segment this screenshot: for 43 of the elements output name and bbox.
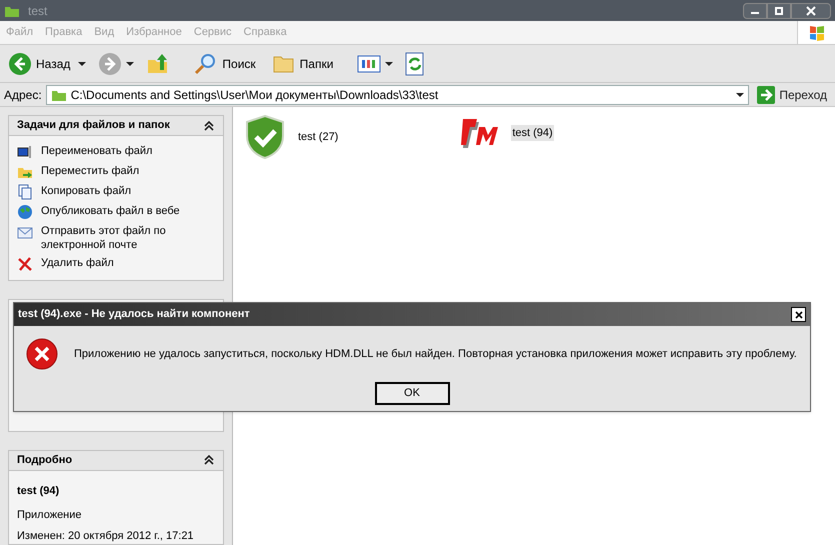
go-arrow-icon [757, 86, 776, 104]
task-link[interactable]: Копировать файл [41, 184, 132, 198]
collapse-chevron-icon[interactable] [203, 120, 215, 132]
refresh-icon[interactable] [405, 52, 426, 76]
modified-date: Изменен: 20 октября 2012 г., 17:21 [17, 528, 195, 544]
address-field[interactable]: C:\Documents and Settings\User\Мои документы\Downloads\33\test [46, 84, 750, 104]
dialog-title: test (94).exe - Не удалось найти компонент [18, 307, 250, 322]
collapse-chevron-icon[interactable] [203, 454, 215, 466]
close-icon [806, 6, 816, 16]
task-link[interactable]: Переименовать файл [41, 144, 152, 158]
globe-icon [17, 204, 33, 220]
dropdown-caret-icon[interactable] [385, 60, 394, 68]
address-label: Адрес: [4, 86, 42, 104]
window-icon [17, 144, 33, 160]
task-link[interactable]: Удалить файл [41, 256, 114, 270]
file-type: Приложение [17, 508, 83, 523]
maximize-button[interactable] [767, 2, 791, 18]
dropdown-caret-icon[interactable] [736, 90, 744, 98]
document-icon [17, 184, 33, 200]
error-message: Приложению не удалось запуститься, поскольку HDM.DLL не был найден. Повторная установка приложения может исправить эту проблему. [74, 346, 797, 362]
close-button[interactable] [791, 307, 806, 322]
dropdown-caret-icon[interactable] [78, 60, 86, 68]
task-link[interactable]: Отправить этот файл по электронной почте [41, 224, 215, 252]
close-button[interactable] [791, 2, 831, 18]
task-link[interactable]: Переместить файл [41, 164, 140, 178]
ok-button[interactable]: OK [374, 382, 450, 405]
cross-icon [17, 256, 33, 272]
panel-title: Задачи для файлов и папок [17, 118, 170, 134]
file-label[interactable]: test (94) [511, 124, 554, 142]
window-title: test [28, 2, 48, 20]
dropdown-caret-icon[interactable] [126, 60, 134, 68]
task-link[interactable]: Опубликовать файл в вебе [41, 204, 180, 218]
go-button[interactable]: Переход [753, 86, 831, 104]
search-button[interactable]: Поиск [190, 52, 260, 76]
back-button[interactable]: Назад [4, 52, 74, 76]
shield-check-icon [245, 115, 285, 159]
file-name: test (94) [17, 484, 60, 498]
file-label[interactable]: test (27) [297, 128, 340, 146]
panel-title: Подробно [17, 452, 72, 468]
folders-button[interactable]: Папки [268, 52, 338, 76]
error-icon [26, 338, 58, 370]
close-icon [794, 310, 802, 318]
minimize-button[interactable] [743, 2, 767, 18]
